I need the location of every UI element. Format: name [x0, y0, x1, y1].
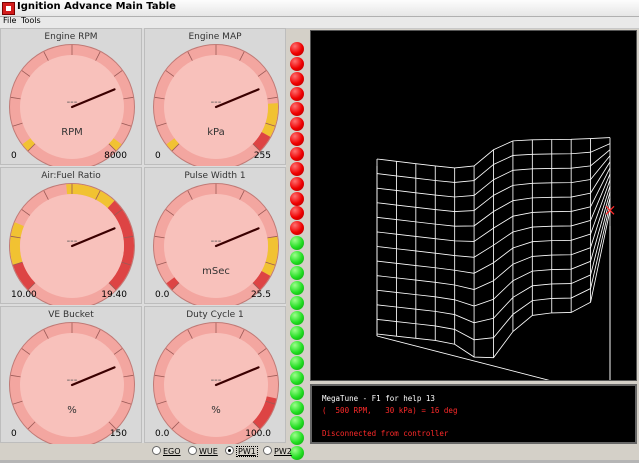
status-led-red	[290, 191, 304, 206]
gauge-max-label: 100.0	[245, 429, 271, 439]
gauge-value-readout: ---	[67, 97, 78, 108]
gauge-dial: ---%	[153, 322, 279, 444]
status-led-red	[290, 176, 304, 191]
gauge-dial: --- kPa	[153, 44, 279, 166]
status-led-green	[290, 341, 304, 355]
gauge-units: mSec	[202, 266, 230, 277]
gauge-value-readout: ---	[67, 375, 78, 386]
radio-dot[interactable]	[225, 446, 234, 455]
status-led-green	[290, 296, 304, 311]
gauge-min-label: 0	[155, 151, 161, 161]
status-console: MegaTune - F1 for help 13 ( 500 RPM, 30 …	[310, 384, 637, 444]
gauge-min-label: 0.0	[155, 429, 170, 439]
gauge-dial: ---	[9, 183, 135, 305]
status-led-green	[290, 415, 304, 430]
app-icon[interactable]	[2, 2, 15, 15]
title-bar: Ignition Advance Main Table	[0, 0, 639, 17]
radio-dot[interactable]	[263, 446, 272, 455]
status-led-green	[290, 326, 304, 341]
radio-dot[interactable]	[152, 446, 161, 455]
status-led-green	[290, 370, 304, 385]
menu-file[interactable]: File	[3, 16, 16, 25]
gauge-max-label: 8000	[104, 151, 127, 161]
radio-wue[interactable]: WUE	[188, 446, 218, 456]
menu-tools[interactable]: Tools	[21, 16, 41, 25]
status-led-red	[290, 221, 304, 236]
gauge-units: kPa	[207, 127, 225, 138]
radio-pw1[interactable]: PW1	[225, 446, 258, 457]
status-led-green	[290, 311, 304, 326]
gauge-cluster: Engine RPM --- RPM 0 8000 Engine MAP --- k…	[0, 28, 286, 444]
gauge-engine-rpm: Engine RPM --- RPM 0 8000	[0, 28, 142, 166]
gauge-dial: ---%	[9, 322, 135, 444]
status-led-strip	[288, 33, 306, 460]
gauge-max-label: 255	[253, 151, 271, 161]
status-led-red	[290, 146, 304, 161]
status-led-red	[290, 161, 304, 176]
status-led-red	[290, 101, 304, 116]
gauge-min-label: 0	[11, 151, 17, 161]
status-led-green	[290, 400, 304, 415]
status-led-green	[290, 266, 304, 281]
gauge-dial: --- mSec	[153, 183, 279, 305]
gauge-min-label: 10.00	[11, 290, 37, 300]
gauge-ve-bucket: VE Bucket ---% 0 150	[0, 306, 142, 444]
console-cell-readout: ( 500 RPM, 30 kPa) = 16 deg	[322, 406, 458, 415]
gauge-duty-cycle-1: Duty Cycle 1 ---% 0.0 100.0	[144, 306, 286, 444]
status-led-green	[290, 251, 304, 266]
status-led-green	[290, 236, 304, 251]
radio-dot[interactable]	[188, 446, 197, 455]
status-led-red	[290, 42, 304, 56]
radio-pw2[interactable]: PW2	[263, 446, 292, 456]
gauge-min-label: 0.0	[155, 290, 170, 300]
status-led-red	[290, 86, 304, 101]
surface-mesh[interactable]	[311, 31, 636, 397]
gauge-air-fuel-ratio: Air:Fuel Ratio --- 10.00 19.40	[0, 167, 142, 305]
curve-selector: EGO WUE PW1 PW2	[146, 446, 306, 460]
gauge-max-label: 150	[109, 429, 127, 439]
gauge-value-readout: ---	[211, 236, 222, 247]
status-led-red	[290, 131, 304, 146]
gauge-units: RPM	[61, 127, 83, 138]
status-led-red	[290, 206, 304, 221]
gauge-value-readout: ---	[211, 375, 222, 386]
gauge-value-readout: ---	[211, 97, 222, 108]
status-led-green	[290, 355, 304, 370]
gauge-units: %	[67, 405, 77, 416]
status-led-green	[290, 385, 304, 400]
console-connection-status: Disconnected from controller	[322, 429, 449, 438]
gauge-value-readout: ---	[67, 236, 78, 247]
gauge-max-label: 25.5	[250, 290, 271, 300]
gauge-dial: --- RPM	[9, 44, 135, 166]
status-led-green	[290, 430, 304, 445]
console-help-line: MegaTune - F1 for help 13	[322, 394, 435, 403]
status-led-red	[290, 56, 304, 71]
ignition-table-3d-plot[interactable]	[310, 30, 637, 397]
gauge-min-label: 0	[11, 429, 17, 439]
status-led-green	[290, 281, 304, 296]
status-led-red	[290, 116, 304, 131]
gauge-pulse-width-1: Pulse Width 1 --- mSec 0.0 25.5	[144, 167, 286, 305]
radio-ego[interactable]: EGO	[152, 446, 181, 456]
gauge-max-label: 19.40	[101, 290, 127, 300]
status-led-red	[290, 71, 304, 86]
gauge-units: %	[211, 405, 221, 416]
surface-wireframe	[376, 137, 611, 359]
gauge-engine-map: Engine MAP --- kPa 0 255	[144, 28, 286, 166]
window-title: Ignition Advance Main Table	[17, 1, 176, 12]
